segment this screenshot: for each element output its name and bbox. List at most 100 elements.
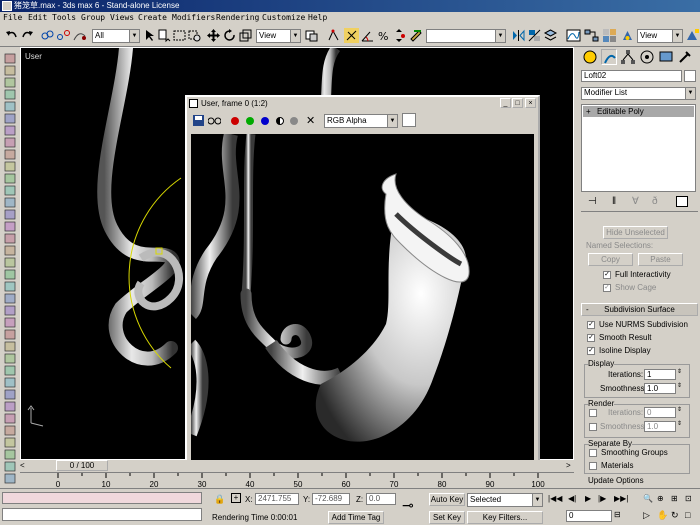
create-text-icon[interactable]: [4, 209, 16, 220]
spinner-arrows-icon[interactable]: ⇕: [677, 368, 682, 375]
hide-unselected-button[interactable]: Hide Unselected: [603, 226, 668, 239]
menu-edit[interactable]: Edit: [28, 13, 47, 22]
spinner-arrows-icon[interactable]: ⇕: [677, 406, 682, 413]
copy-button[interactable]: Copy: [588, 253, 633, 266]
paste-button[interactable]: Paste: [638, 253, 683, 266]
menu-customize[interactable]: Customize: [262, 13, 305, 22]
spinner-arrows-icon[interactable]: ⇕: [677, 420, 682, 427]
select-link-icon[interactable]: [40, 28, 55, 43]
previous-frame-icon[interactable]: ◀|: [568, 494, 576, 503]
terrain-icon[interactable]: [4, 413, 16, 424]
mesher-icon[interactable]: [4, 425, 16, 436]
zoom-extents-all-icon[interactable]: ⊡: [685, 494, 692, 503]
create-donut-icon[interactable]: [4, 269, 16, 280]
create-ngon-icon[interactable]: [4, 197, 16, 208]
chevron-right-icon[interactable]: >: [566, 461, 571, 470]
create-tube-icon[interactable]: [4, 113, 16, 124]
selection-filter-dropdown[interactable]: All ▼: [92, 29, 140, 43]
select-object-icon[interactable]: [142, 28, 157, 43]
angle-snap-icon[interactable]: [360, 28, 375, 43]
unlink-icon[interactable]: [56, 28, 71, 43]
maximize-button[interactable]: □: [512, 98, 523, 108]
time-config-icon[interactable]: ⊟: [614, 510, 621, 519]
spinner-snap-icon[interactable]: [392, 28, 407, 43]
pivot-center-icon[interactable]: [304, 28, 319, 43]
loft-icon[interactable]: [4, 353, 16, 364]
create-sphere-icon[interactable]: [4, 77, 16, 88]
connect-icon[interactable]: [4, 389, 16, 400]
create-light-icon[interactable]: [4, 293, 16, 304]
rotate-icon[interactable]: [222, 28, 237, 43]
modify-tab-icon[interactable]: [601, 49, 617, 65]
create-helix-icon[interactable]: [4, 221, 16, 232]
save-image-icon[interactable]: [193, 115, 204, 126]
absolute-mode-icon[interactable]: +: [231, 493, 241, 503]
noise-modifier-icon[interactable]: [4, 473, 16, 484]
move-icon[interactable]: [206, 28, 221, 43]
reference-coordinate-dropdown[interactable]: View ▼: [256, 29, 301, 43]
channel-display-dropdown[interactable]: RGB Alpha ▼: [324, 114, 398, 128]
pin-stack-icon[interactable]: ⊣: [588, 196, 597, 207]
arc-rotate-icon[interactable]: ↻: [671, 510, 679, 521]
layer-manager-icon[interactable]: [543, 28, 558, 43]
key-filters-button[interactable]: Key Filters...: [467, 511, 543, 524]
lock-selection-icon[interactable]: 🔒: [214, 494, 225, 505]
time-slider-thumb[interactable]: 0 / 100: [56, 460, 108, 471]
create-systems-icon[interactable]: [4, 341, 16, 352]
display-tab-icon[interactable]: [658, 49, 674, 65]
z-coordinate-field[interactable]: 0.0: [366, 493, 396, 505]
clone-window-icon[interactable]: [207, 115, 222, 126]
named-selection-dropdown[interactable]: ▼: [426, 29, 506, 43]
curve-editor-icon[interactable]: [566, 28, 581, 43]
add-time-tag-button[interactable]: Add Time Tag: [328, 511, 384, 524]
object-color-swatch[interactable]: [684, 70, 696, 82]
material-editor-icon[interactable]: [602, 28, 617, 43]
select-manipulate-icon[interactable]: [326, 28, 341, 43]
utilities-tab-icon[interactable]: [677, 49, 693, 65]
create-cone-icon[interactable]: [4, 89, 16, 100]
align-icon[interactable]: [527, 28, 542, 43]
key-mode-dropdown[interactable]: Selected ▼: [467, 493, 543, 507]
expand-icon[interactable]: +: [586, 106, 591, 117]
taper-modifier-icon[interactable]: [4, 449, 16, 460]
blue-channel-icon[interactable]: [261, 117, 269, 125]
alpha-channel-icon[interactable]: [276, 117, 284, 125]
twist-modifier-icon[interactable]: [4, 461, 16, 472]
create-arc-icon[interactable]: [4, 185, 16, 196]
menu-views[interactable]: Views: [110, 13, 134, 22]
create-helper-icon[interactable]: [4, 317, 16, 328]
create-cylinder-icon[interactable]: [4, 65, 16, 76]
create-tab-icon[interactable]: [582, 49, 598, 65]
create-plane-icon[interactable]: [4, 149, 16, 160]
track-bar[interactable]: 0 10 20 30 40 50 60 70 80 90 100: [20, 472, 574, 489]
render-smoothness-spinner[interactable]: 1.0: [644, 421, 676, 432]
edit-named-selection-icon[interactable]: [408, 28, 423, 43]
zoom-extents-icon[interactable]: ⊞: [671, 494, 678, 503]
smoothing-groups-checkbox[interactable]: [589, 449, 597, 457]
redo-icon[interactable]: [20, 28, 35, 43]
bind-spacewarp-icon[interactable]: [72, 28, 87, 43]
zoom-icon[interactable]: 🔍: [643, 494, 653, 503]
monochrome-icon[interactable]: [290, 117, 298, 125]
create-ellipse-icon[interactable]: [4, 257, 16, 268]
smoothness-spinner[interactable]: 1.0: [644, 383, 676, 394]
time-slider[interactable]: 0 / 100 < >: [20, 460, 574, 472]
create-torus-icon[interactable]: [4, 101, 16, 112]
render-scene-icon[interactable]: [620, 28, 635, 43]
remove-modifier-icon[interactable]: ð: [652, 196, 658, 207]
clear-icon[interactable]: ✕: [306, 114, 315, 127]
menu-help[interactable]: Help: [308, 13, 327, 22]
scatter-icon[interactable]: [4, 377, 16, 388]
menu-file[interactable]: File: [3, 13, 22, 22]
current-frame-field[interactable]: 0: [566, 510, 612, 522]
bend-modifier-icon[interactable]: [4, 437, 16, 448]
create-camera-icon[interactable]: [4, 305, 16, 316]
morph-icon[interactable]: [4, 401, 16, 412]
render-smoothness-checkbox[interactable]: [589, 423, 597, 431]
create-spacewarp-icon[interactable]: [4, 329, 16, 340]
object-name-field[interactable]: Loft02: [581, 70, 682, 82]
maximize-viewport-icon[interactable]: □: [685, 510, 690, 520]
play-icon[interactable]: ▶: [585, 494, 591, 503]
show-cage-checkbox[interactable]: ✓: [603, 284, 611, 292]
next-frame-icon[interactable]: |▶: [598, 494, 606, 503]
